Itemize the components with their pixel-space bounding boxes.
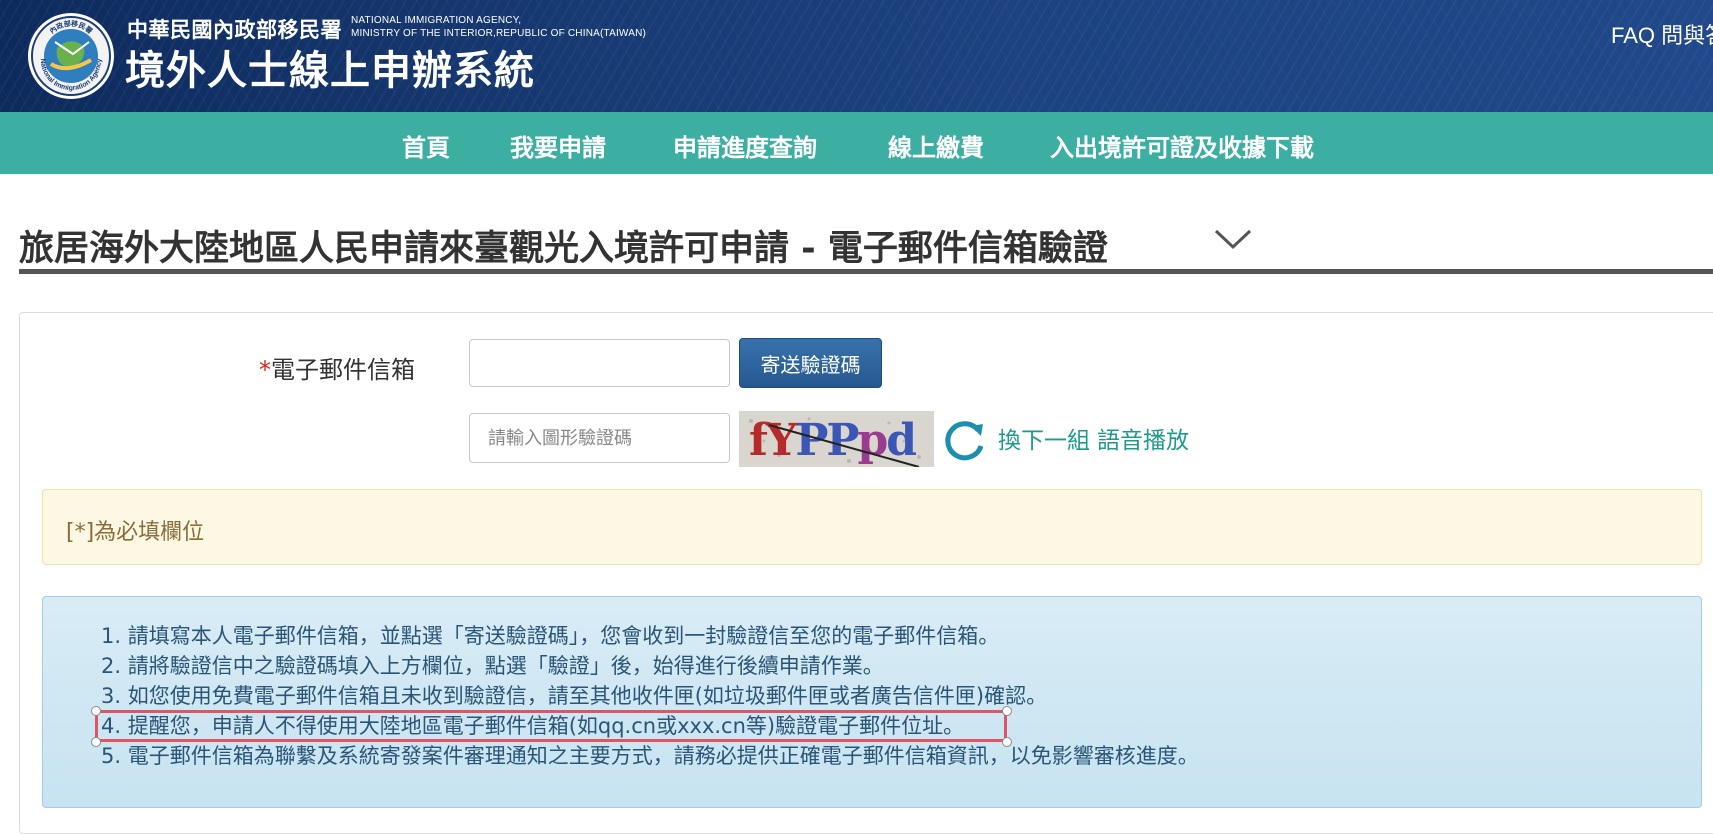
- instruction-item: 2. 請將驗證信中之驗證碼填入上方欄位，點選「驗證」後，始得進行後續申請作業。: [101, 654, 884, 678]
- required-mark: *: [259, 356, 271, 384]
- highlight-box: [95, 710, 1007, 742]
- captcha-image: fYPPpd: [739, 411, 934, 467]
- agency-seal-icon[interactable]: National Immigration Agency 內政部移民署: [27, 12, 115, 100]
- page-title: 旅居海外大陸地區人民申請來臺觀光入境許可申請 - 電子郵件信箱驗證: [19, 229, 1108, 269]
- instruction-item: 3. 如您使用免費電子郵件信箱且未收到驗證信，請至其他收件匣(如垃圾郵件匣或者廣…: [101, 684, 1048, 708]
- nav-apply[interactable]: 我要申請: [510, 128, 606, 163]
- nav-progress-query[interactable]: 申請進度查詢: [673, 128, 817, 163]
- resize-handle[interactable]: [91, 706, 101, 716]
- captcha-next-link[interactable]: 換下一組: [998, 421, 1090, 455]
- nav-home[interactable]: 首頁: [402, 128, 450, 163]
- agency-name-en: NATIONAL IMMIGRATION AGENCY, MINISTRY OF…: [351, 14, 646, 40]
- site-header: National Immigration Agency 內政部移民署 中華民國內…: [0, 0, 1713, 112]
- nav-permit-download[interactable]: 入出境許可證及收據下載: [1050, 128, 1314, 163]
- instruction-item: 5. 電子郵件信箱為聯繫及系統寄發案件審理通知之主要方式，請務必提供正確電子郵件…: [101, 744, 1199, 768]
- agency-name-en-line1: NATIONAL IMMIGRATION AGENCY,: [351, 15, 522, 26]
- captcha-input[interactable]: [469, 413, 730, 463]
- instruction-item: 1. 請填寫本人電子郵件信箱，並點選「寄送驗證碼」，您會收到一封驗證信至您的電子…: [101, 624, 1000, 648]
- send-code-button[interactable]: 寄送驗證碼: [739, 338, 882, 388]
- system-title[interactable]: 境外人士線上申辦系統: [125, 38, 535, 96]
- email-label-text: 電子郵件信箱: [271, 356, 415, 384]
- faq-link[interactable]: FAQ 問與答: [1611, 18, 1713, 50]
- required-fields-note: [*]為必填欄位: [42, 489, 1702, 565]
- email-input[interactable]: [469, 339, 730, 387]
- resize-handle[interactable]: [1002, 737, 1012, 747]
- email-label: *電子郵件信箱: [259, 350, 415, 385]
- resize-handle[interactable]: [91, 737, 101, 747]
- main-nav: 首頁 我要申請 申請進度查詢 線上繳費 入出境許可證及收據下載: [0, 112, 1713, 174]
- resize-handle[interactable]: [1002, 706, 1012, 716]
- nav-online-payment[interactable]: 線上繳費: [888, 128, 984, 163]
- captcha-audio-link[interactable]: 語音播放: [1097, 421, 1189, 455]
- refresh-icon[interactable]: [940, 416, 988, 464]
- chevron-down-icon[interactable]: [1213, 227, 1253, 251]
- required-fields-text: [*]為必填欄位: [66, 520, 205, 545]
- title-divider: [19, 269, 1713, 274]
